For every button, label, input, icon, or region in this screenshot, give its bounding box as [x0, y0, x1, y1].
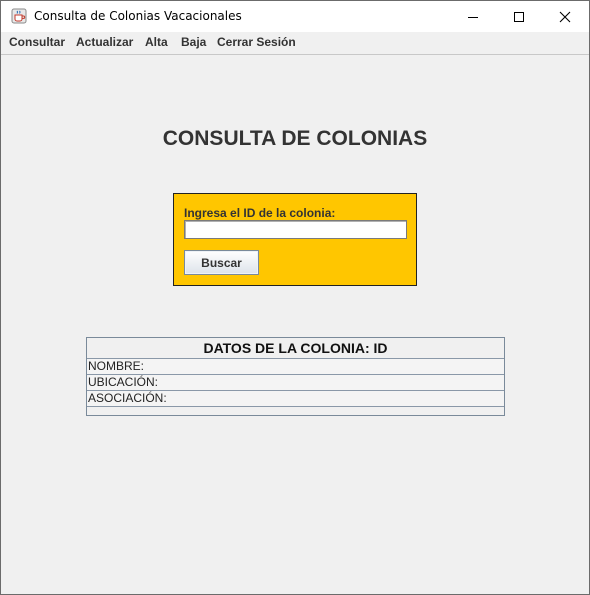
menu-item-consultar[interactable]: Consultar	[9, 35, 65, 49]
table-row-asociacion: ASOCIACIÓN:	[87, 391, 504, 407]
maximize-icon	[514, 11, 524, 22]
table-header: DATOS DE LA COLONIA: ID	[87, 338, 504, 359]
app-window: Consulta de Colonias Vacacionales Consul…	[0, 0, 590, 595]
colony-id-input[interactable]	[184, 220, 407, 239]
window-title: Consulta de Colonias Vacacionales	[34, 9, 242, 23]
search-button[interactable]: Buscar	[184, 250, 259, 275]
page-title: CONSULTA DE COLONIAS	[162, 127, 428, 150]
menu-item-alta[interactable]: Alta	[145, 35, 168, 49]
menu-item-cerrar-sesion[interactable]: Cerrar Sesión	[217, 35, 296, 49]
maximize-button[interactable]	[496, 1, 542, 32]
table-row-ubicacion: UBICACIÓN:	[87, 375, 504, 391]
menu-item-actualizar[interactable]: Actualizar	[76, 35, 133, 49]
search-label: Ingresa el ID de la colonia:	[184, 206, 336, 220]
menu-item-baja[interactable]: Baja	[181, 35, 206, 49]
close-button[interactable]	[542, 1, 588, 32]
search-panel: Ingresa el ID de la colonia: Buscar	[173, 193, 417, 286]
colony-details-table: DATOS DE LA COLONIA: ID NOMBRE: UBICACIÓ…	[86, 337, 505, 416]
minimize-button[interactable]	[450, 1, 496, 32]
table-row-nombre: NOMBRE:	[87, 359, 504, 375]
minimize-icon	[468, 16, 478, 18]
menu-bar: Consultar Actualizar Alta Baja Cerrar Se…	[1, 32, 589, 55]
java-coffee-cup-icon	[11, 8, 27, 24]
title-bar[interactable]: Consulta de Colonias Vacacionales	[1, 1, 589, 32]
close-icon	[559, 11, 571, 22]
